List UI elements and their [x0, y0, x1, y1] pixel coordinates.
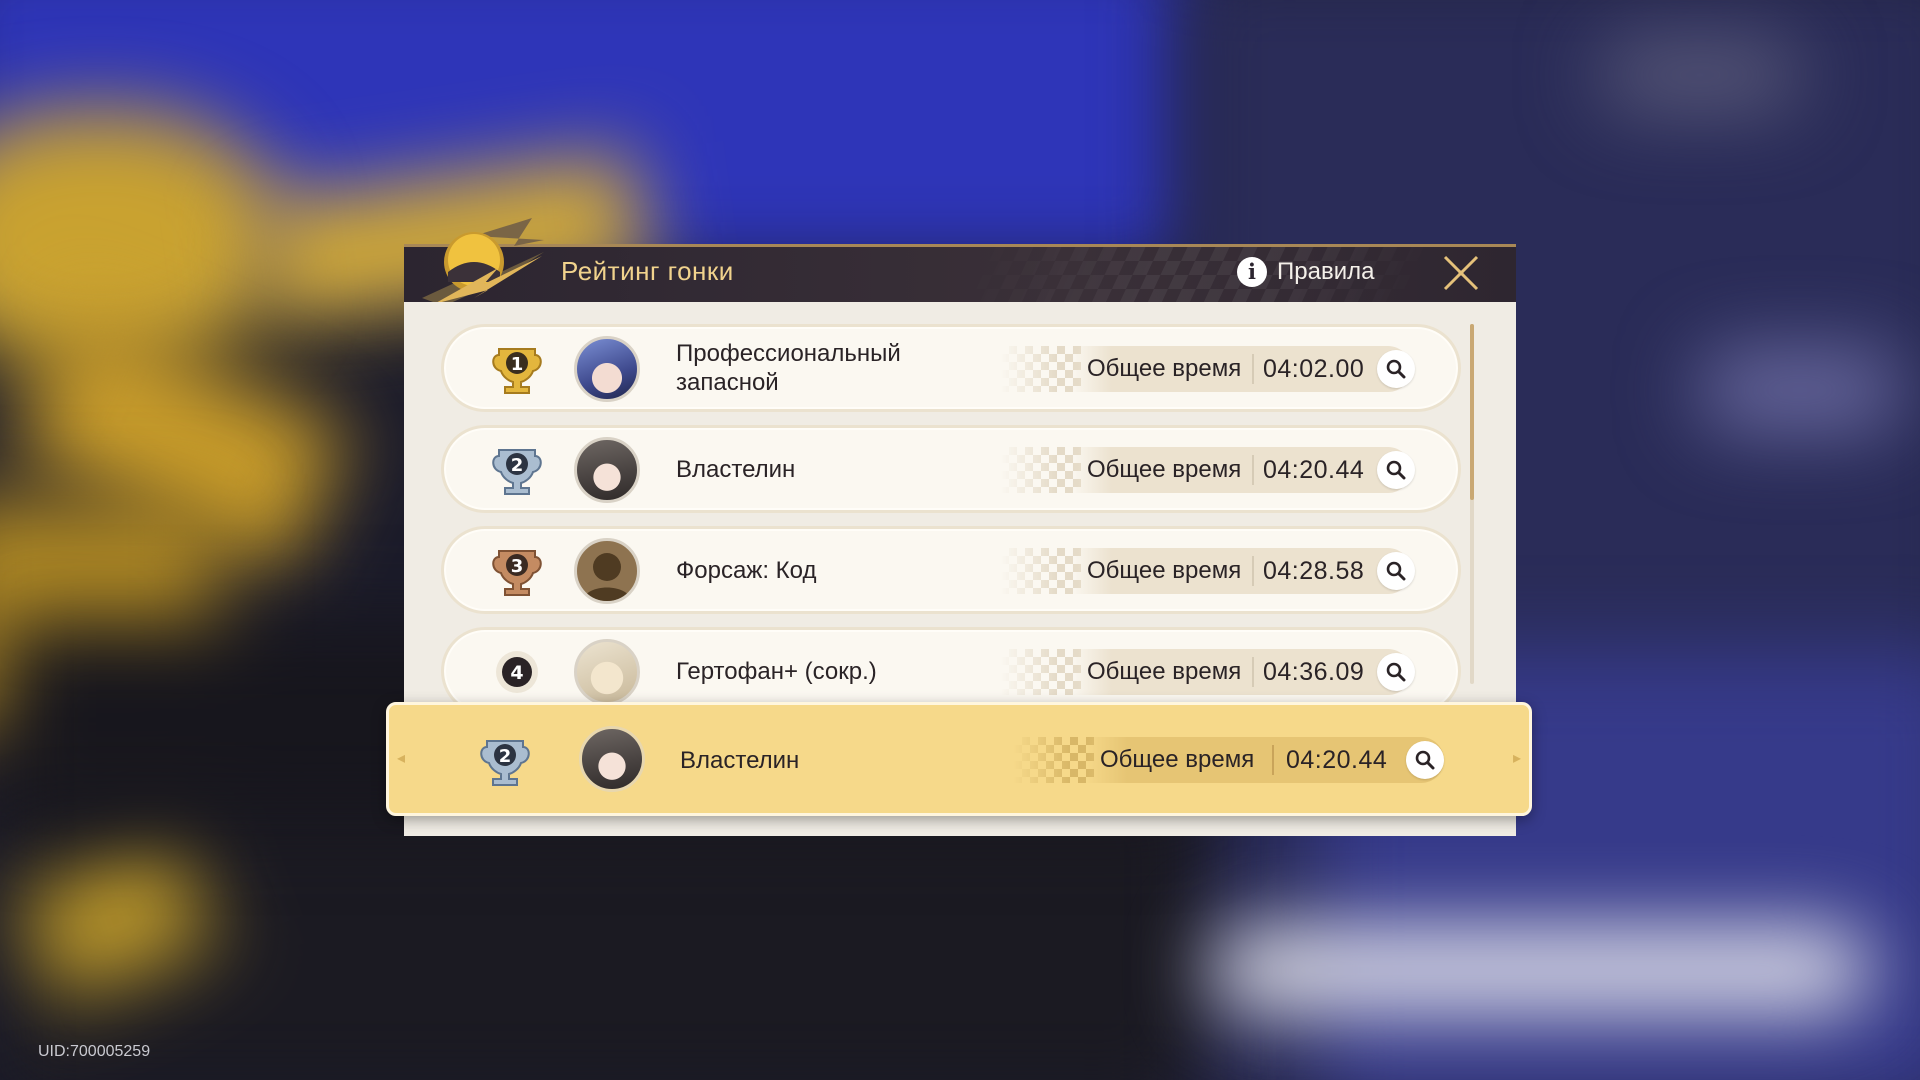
total-time-value: 04:20.44 [1286, 746, 1388, 774]
bronze-trophy-icon: 3 [492, 550, 542, 596]
total-time-value: 04:20.44 [1263, 456, 1365, 484]
total-time-block: Общее время 04:28.58 [1001, 548, 1421, 594]
rank-number: 1 [511, 354, 524, 375]
rank-number: 2 [499, 746, 512, 767]
search-icon[interactable] [1377, 653, 1415, 691]
scrollbar[interactable] [1470, 324, 1474, 684]
silver-trophy-icon: 2 [480, 740, 530, 786]
player-avatar [579, 726, 645, 792]
total-time-block: Общее время 04:02.00 [1001, 346, 1421, 392]
sun-lightning-emblem-icon [422, 218, 544, 306]
scrollbar-thumb[interactable] [1470, 324, 1474, 501]
leaderboard-row[interactable]: 1 Профессиональный запасной Общее время … [441, 324, 1461, 412]
ornament-right-icon: ▸ [1512, 750, 1522, 767]
total-time-block: Общее время 04:20.44 [1001, 447, 1421, 493]
own-ranking-row[interactable]: ◂ ▸ 2 Властелин Общее время 04:20.44 [386, 702, 1532, 816]
total-time-label: Общее время [1087, 557, 1242, 584]
search-icon[interactable] [1406, 741, 1444, 779]
rank-number: 3 [511, 556, 524, 577]
player-avatar [574, 336, 640, 402]
total-time-value: 04:36.09 [1263, 658, 1365, 686]
info-icon: i [1237, 257, 1267, 287]
dialog-title: Рейтинг гонки [561, 256, 734, 286]
search-icon[interactable] [1377, 451, 1415, 489]
rank-circle-icon: 4 [496, 651, 538, 693]
search-icon[interactable] [1377, 350, 1415, 388]
gold-trophy-icon: 1 [492, 348, 542, 394]
player-avatar [574, 639, 640, 705]
search-icon[interactable] [1377, 552, 1415, 590]
uid-label: UID:700005259 [38, 1043, 151, 1060]
rank-number: 2 [511, 455, 524, 476]
ornament-left-icon: ◂ [396, 750, 406, 767]
player-name: Форсаж: Код [676, 556, 817, 584]
leaderboard-row[interactable]: 3 Форсаж: Код Общее время 04:28.58 [441, 526, 1461, 614]
player-name: Властелин [676, 455, 796, 483]
total-time-value: 04:28.58 [1263, 557, 1365, 585]
total-time-block: Общее время 04:36.09 [1001, 649, 1421, 695]
rules-button[interactable]: i Правила [1237, 254, 1374, 290]
total-time-block: Общее время 04:20.44 [1014, 737, 1444, 783]
player-name: Властелин [680, 746, 800, 774]
player-avatar [574, 437, 640, 503]
close-icon[interactable] [1439, 251, 1483, 295]
total-time-label: Общее время [1087, 658, 1242, 685]
player-name: Гертофан+ (сокр.) [676, 657, 877, 685]
total-time-label: Общее время [1087, 456, 1242, 483]
silver-trophy-icon: 2 [492, 449, 542, 495]
rank-number: 4 [510, 662, 523, 684]
player-avatar [574, 538, 640, 604]
silhouette-icon [583, 553, 631, 601]
total-time-value: 04:02.00 [1263, 355, 1365, 383]
rules-label: Правила [1277, 258, 1375, 285]
total-time-label: Общее время [1100, 746, 1255, 773]
leaderboard-row[interactable]: 2 Властелин Общее время 04:20.44 [441, 425, 1461, 513]
total-time-label: Общее время [1087, 355, 1242, 382]
player-name: Профессиональный запасной [676, 340, 901, 396]
